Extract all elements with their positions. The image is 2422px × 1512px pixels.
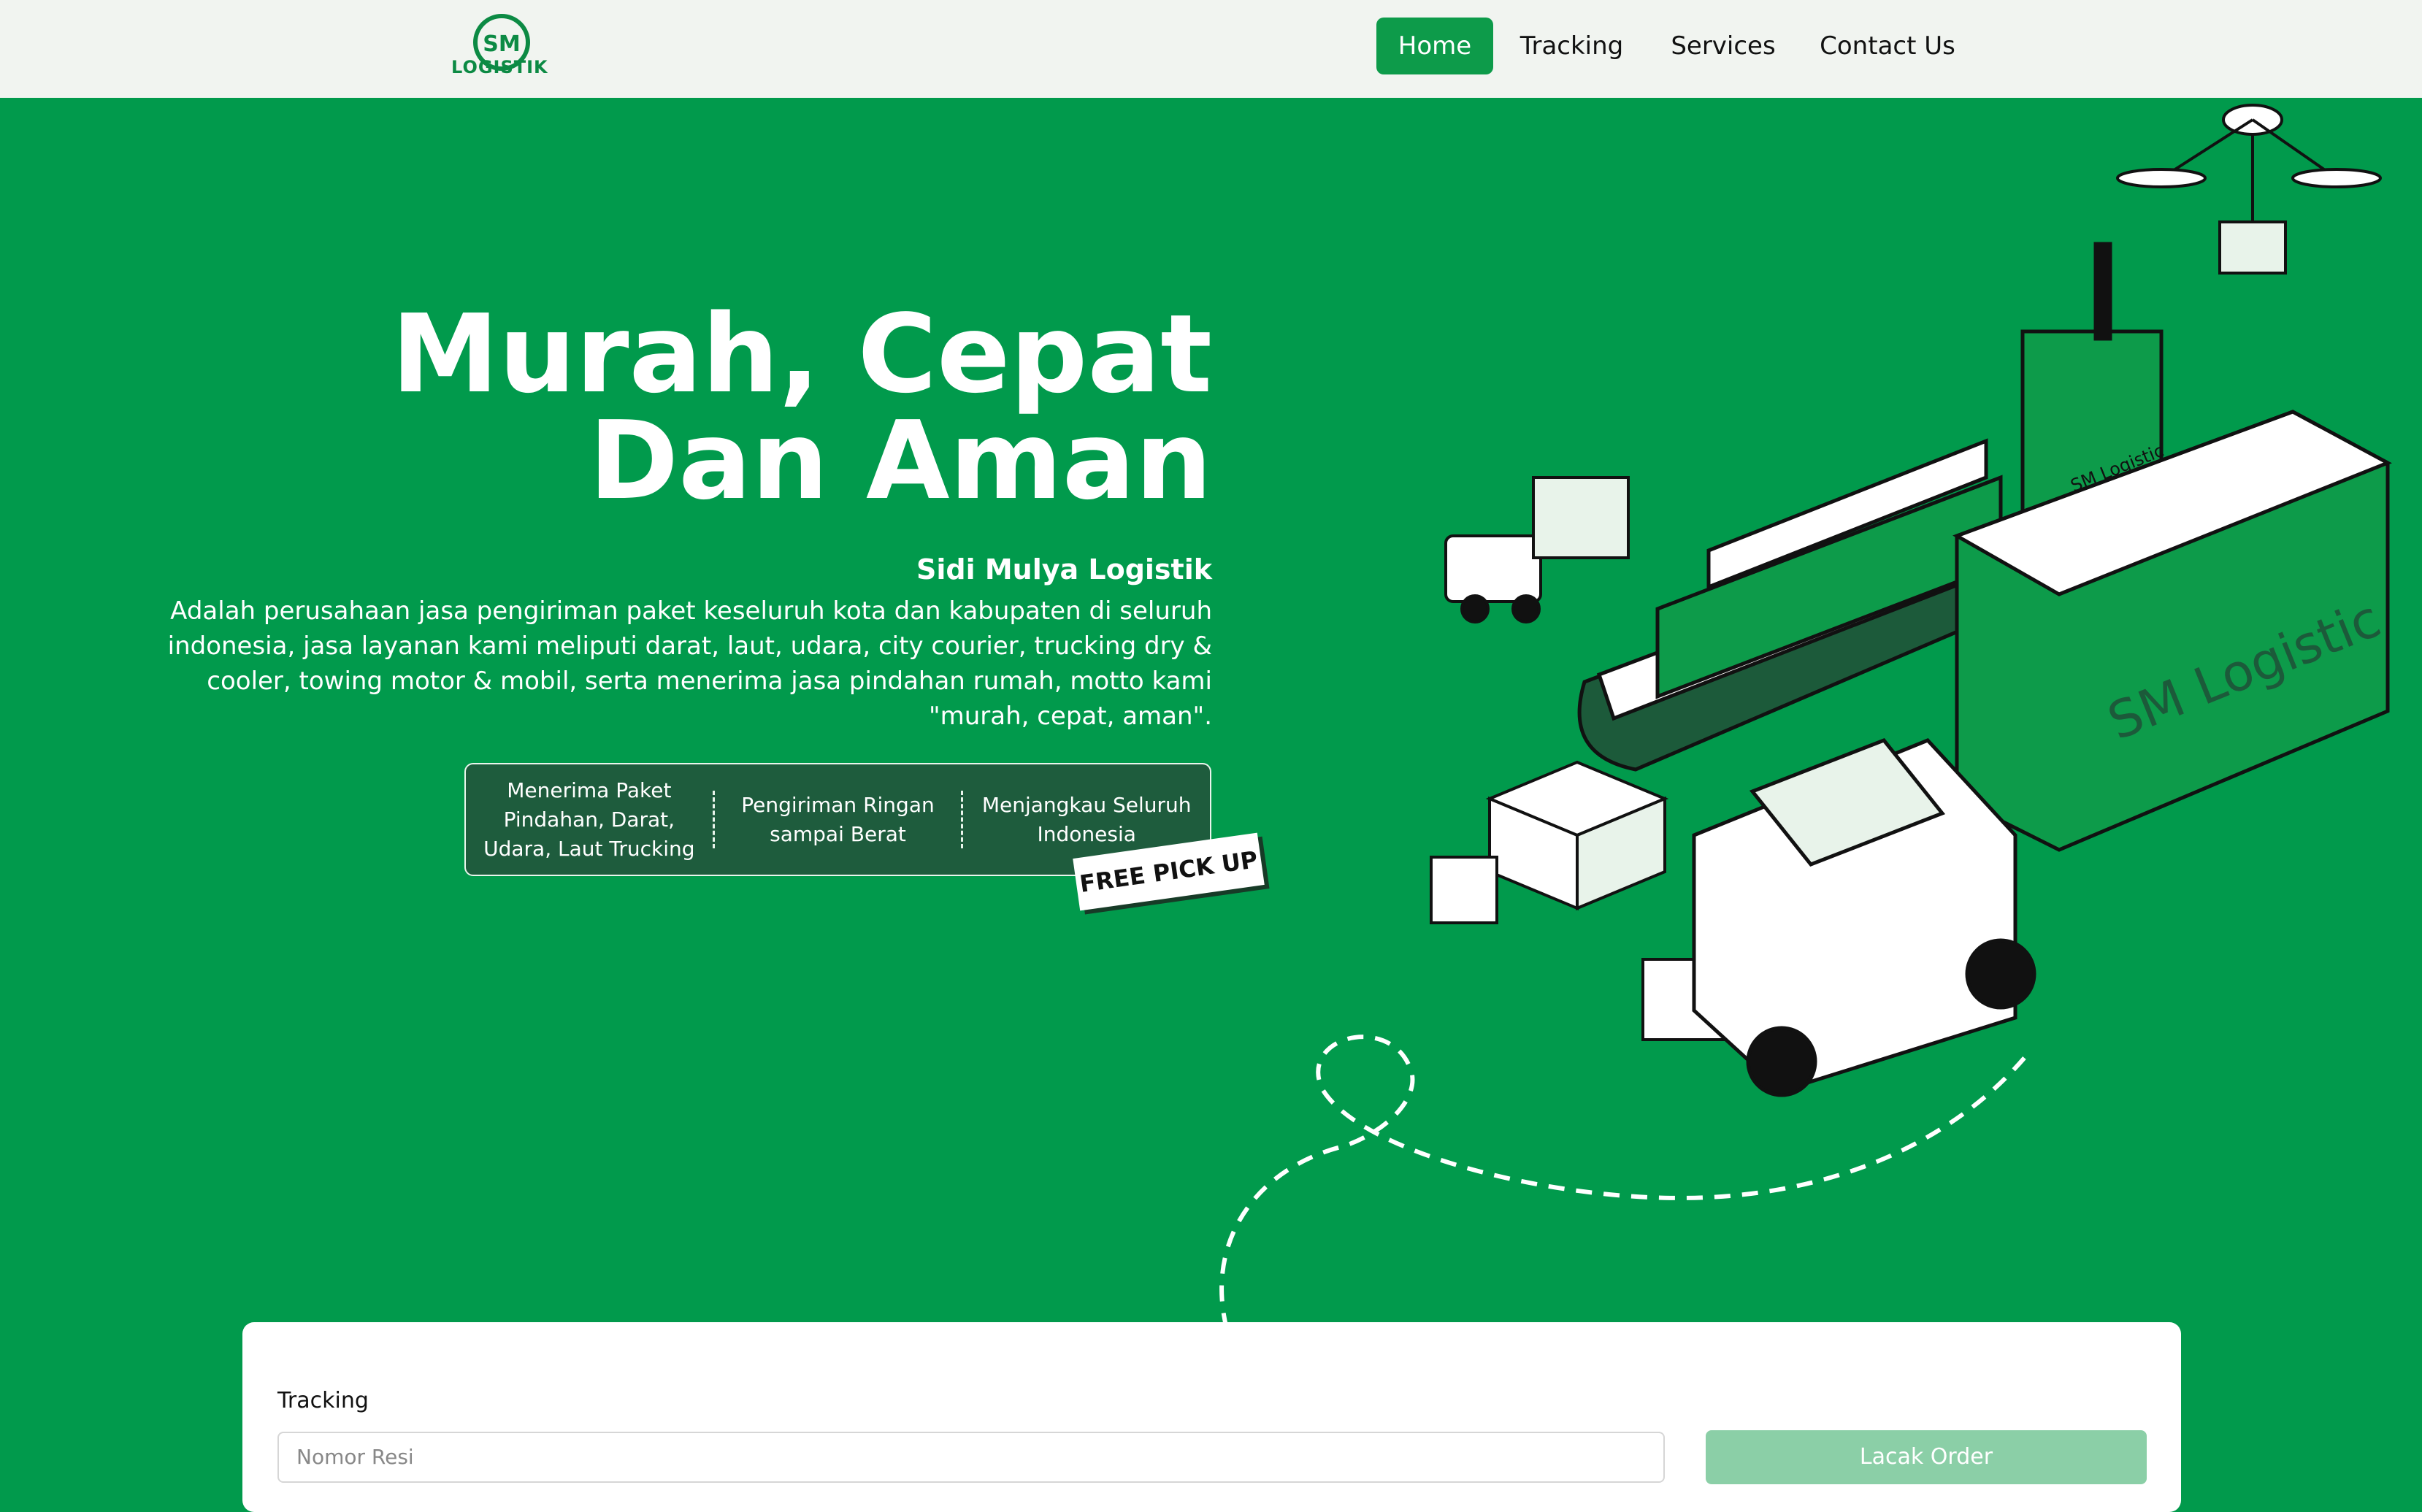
feature-item: Menerima Paket Pindahan, Darat, Udara, L… [483,778,695,861]
boxes-icon [1430,760,1725,1041]
hero-headline: Murah, Cepat Dan Aman [391,291,1212,523]
forklift-icon [1444,476,1630,623]
svg-text:SM: SM [483,31,520,57]
logistics-illustration: SM Logistic SM Logistic [1430,104,2392,1097]
resi-input[interactable]: Nomor Resi [277,1432,1665,1483]
logo-text: LOGISTIK [451,57,548,77]
dashed-route-path [1219,1035,2032,1329]
company-name: Sidi Mulya Logistik [916,553,1212,586]
nav-tracking[interactable]: Tracking [1511,18,1632,74]
tracking-card: Tracking Nomor Resi Lacak Order [242,1322,2181,1512]
nav-services[interactable]: Services [1665,18,1782,74]
headline-line2: Dan Aman [589,398,1212,523]
nav-contact-us[interactable]: Contact Us [1811,18,1964,74]
feature-item: Pengiriman Ringan sampai Berat [741,792,935,846]
headline-line1: Murah, Cepat [391,291,1212,417]
drone-icon [2116,104,2382,275]
navbar: SM LOGISTIK Home Tracking Services Conta… [0,0,2422,98]
track-order-button[interactable]: Lacak Order [1706,1430,2147,1484]
tracking-label: Tracking [277,1388,369,1413]
company-description: Adalah perusahaan jasa pengiriman paket … [167,596,1212,731]
nav-home[interactable]: Home [1376,18,1493,74]
